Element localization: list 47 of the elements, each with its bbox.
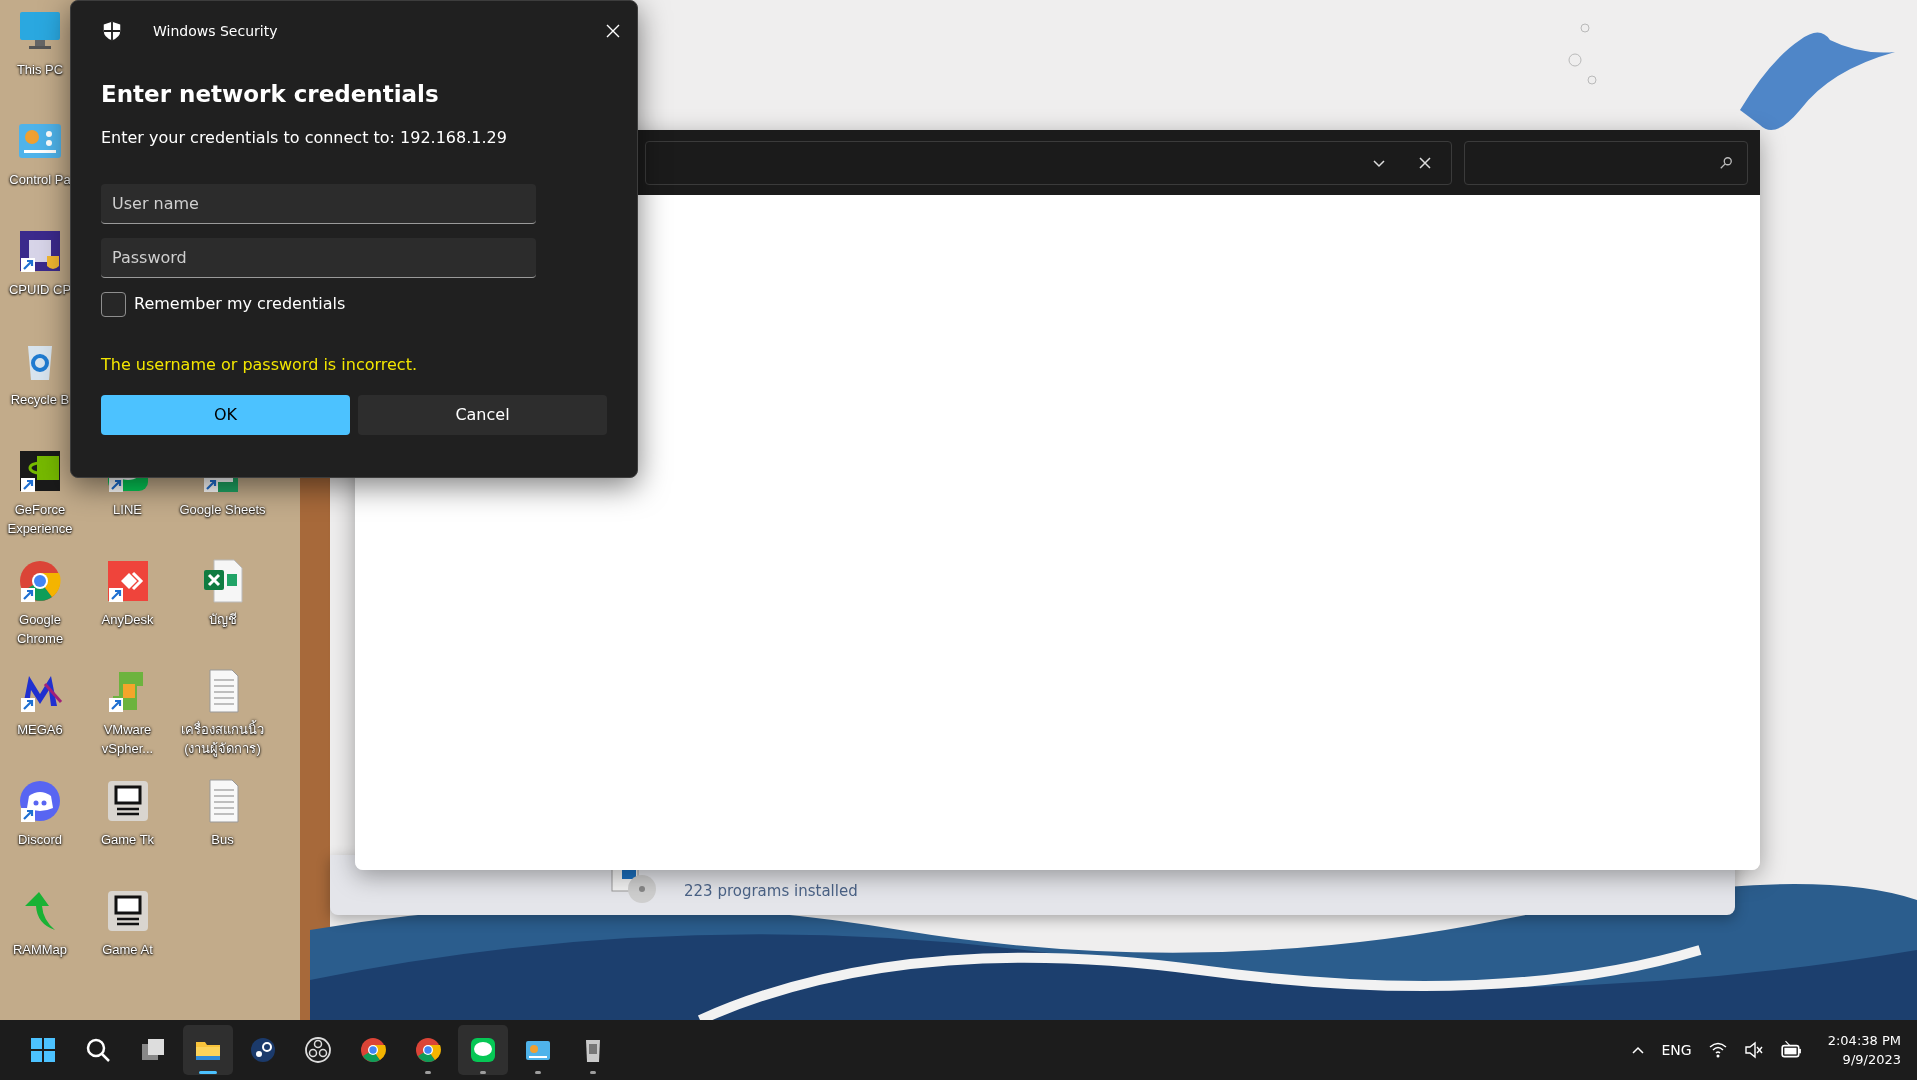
steam-logo-icon: [248, 1035, 278, 1065]
language-indicator[interactable]: ENG: [1661, 1039, 1692, 1061]
icon-label: Google Sheets: [179, 501, 266, 519]
clock-time[interactable]: 2:04:38 PM: [1827, 1031, 1901, 1050]
icon-label: RAMMap: [12, 941, 68, 959]
icon-label: Control Pa: [9, 171, 71, 189]
mute-icon[interactable]: [1743, 1040, 1764, 1060]
icon-label: Discord: [17, 831, 63, 849]
checkbox-label: Remember my credentials: [134, 293, 346, 315]
address-field[interactable]: [645, 140, 1452, 185]
clock-date[interactable]: 9/9/2023: [1842, 1050, 1901, 1069]
prompt-text: Enter your credentials to connect to: 192.168.1.29: [101, 126, 508, 149]
close-icon: [605, 23, 621, 39]
icon-label: GeForce Experience: [6, 501, 74, 538]
close-icon: [1417, 154, 1433, 171]
icon-label: LINE: [113, 501, 142, 519]
icon-label: บัญชี: [208, 611, 237, 629]
icon-label: VMware vSpher...: [100, 721, 155, 758]
error-message: The username or password is incorrect.: [101, 353, 418, 376]
wifi-icon[interactable]: [1707, 1040, 1728, 1060]
browser-logo-icon: [413, 1035, 443, 1065]
cancel-button[interactable]: Cancel: [358, 394, 607, 435]
search-field[interactable]: [1464, 140, 1748, 185]
browser-logo-icon: [358, 1035, 388, 1065]
icon-label: MEGA6: [17, 721, 63, 739]
input-field[interactable]: User name: [101, 183, 536, 224]
status-text: 223 programs installed: [684, 880, 858, 902]
icon-label: This PC: [16, 61, 64, 79]
windows-logo-icon: [28, 1035, 58, 1065]
icon-label: Bus: [211, 831, 234, 849]
input-field[interactable]: Password: [101, 237, 536, 278]
ok-button[interactable]: OK: [101, 394, 350, 435]
folder-button[interactable]: [183, 1025, 233, 1075]
icon-label: CPUID CP: [8, 281, 72, 299]
checkbox[interactable]: [101, 291, 126, 317]
chat-bubble-icon: [468, 1035, 498, 1065]
icon-label: Recycle B: [10, 391, 70, 409]
icon-label: AnyDesk: [101, 611, 154, 629]
icon-label: Google Chrome: [15, 611, 65, 648]
dialog-title: Windows Security: [153, 21, 278, 41]
chat-app-button[interactable]: [458, 1025, 508, 1075]
dialog-heading: Enter network credentials: [101, 80, 440, 109]
icon-label: เครื่องสแกนนิ้ว (งานผู้จัดการ): [180, 720, 265, 758]
icon-label: Game Tk: [100, 831, 155, 849]
search-icon: [1719, 155, 1733, 170]
icon-label: Game At: [102, 941, 153, 959]
shield-icon: [101, 20, 123, 42]
